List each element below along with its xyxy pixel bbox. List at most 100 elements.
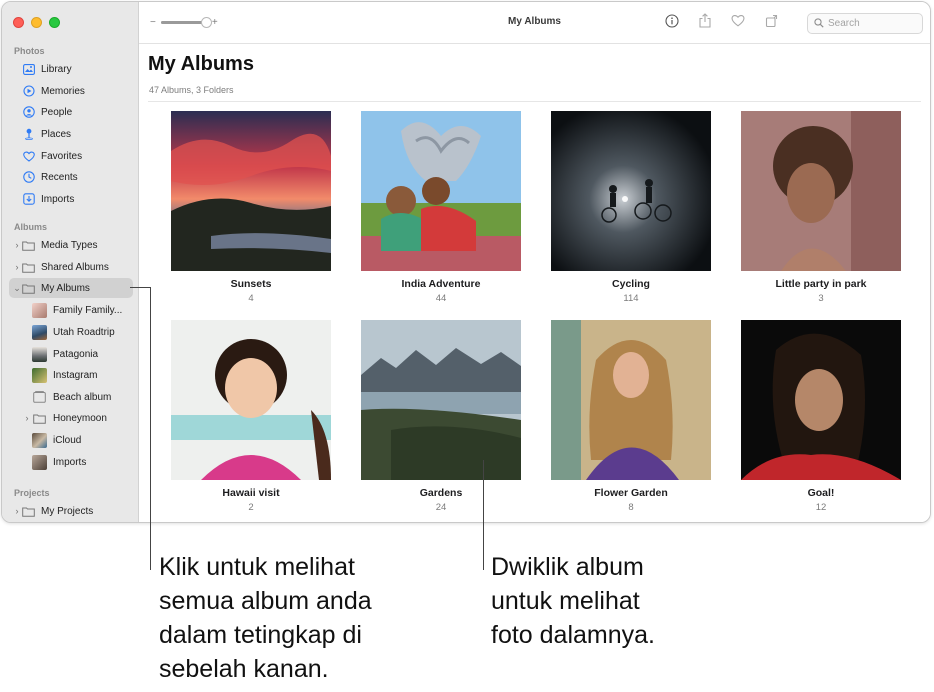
sidebar-item-library[interactable]: Library <box>9 59 133 79</box>
album-cover-goal[interactable] <box>741 320 901 480</box>
sidebar-item-patagonia[interactable]: Patagonia <box>9 344 133 364</box>
album-name: Cycling <box>612 278 650 290</box>
chevron-right-icon[interactable]: › <box>22 412 32 424</box>
heart-icon <box>22 150 35 163</box>
search-icon <box>814 15 824 33</box>
chevron-right-icon[interactable]: › <box>12 505 22 517</box>
album-thumbnail <box>32 367 47 383</box>
sidebar-item-my-albums[interactable]: ⌄ My Albums <box>9 278 133 298</box>
album-count: 3 <box>818 293 824 304</box>
places-icon <box>22 128 35 141</box>
share-button[interactable] <box>696 13 714 33</box>
page-subtitle: 47 Albums, 3 Folders <box>149 85 234 95</box>
zoom-control: − + <box>150 17 218 28</box>
album-name: Hawaii visit <box>222 487 280 499</box>
album-cover-hawaii-visit[interactable] <box>171 320 331 480</box>
zoom-slider-knob[interactable] <box>200 17 212 28</box>
sidebar-item-label: My Albums <box>41 282 90 294</box>
toolbar: − + My Albums <box>139 2 930 44</box>
chevron-right-icon[interactable]: › <box>12 239 22 251</box>
sidebar-item-utah-roadtrip[interactable]: Utah Roadtrip <box>9 322 133 342</box>
sidebar-item-recents[interactable]: Recents <box>9 167 133 187</box>
album-sunsets[interactable]: Sunsets 4 <box>171 111 331 304</box>
sidebar-section-photos: Photos <box>14 46 45 56</box>
album-name: Sunsets <box>230 278 272 290</box>
album-count: 8 <box>628 502 634 513</box>
rotate-button[interactable] <box>763 14 781 32</box>
sidebar-item-label: Memories <box>41 85 85 97</box>
sidebar-item-label: My Projects <box>41 505 94 517</box>
sidebar-item-people[interactable]: People <box>9 102 133 122</box>
sidebar-item-my-projects[interactable]: › My Projects <box>9 501 133 521</box>
zoom-slider[interactable] <box>160 17 212 28</box>
album-icon <box>32 390 47 405</box>
folder-icon <box>22 261 35 274</box>
search-input[interactable] <box>828 18 918 29</box>
callout-left-leader <box>150 287 151 570</box>
sidebar-item-icloud[interactable]: iCloud <box>9 430 133 450</box>
folder-icon <box>22 505 35 518</box>
album-goal[interactable]: Goal! 12 <box>741 320 901 513</box>
album-cover-little-party-in-park[interactable] <box>741 111 901 271</box>
minimize-window-button[interactable] <box>31 17 42 28</box>
album-gardens[interactable]: Gardens 24 <box>361 320 521 513</box>
sidebar-item-beach-album[interactable]: Beach album <box>9 387 133 407</box>
callout-right-text: Dwiklik album untuk melihat foto dalamny… <box>491 550 655 652</box>
info-icon <box>665 13 679 33</box>
sidebar-item-label: Recents <box>41 171 78 183</box>
sidebar-item-favorites[interactable]: Favorites <box>9 146 133 166</box>
callout-line: dalam tetingkap di <box>159 621 362 649</box>
window-controls <box>13 17 60 28</box>
zoom-slider-fill <box>160 21 207 24</box>
sidebar-item-memories[interactable]: Memories <box>9 81 133 101</box>
memories-icon <box>22 85 35 98</box>
album-flower-garden[interactable]: Flower Garden 8 <box>551 320 711 513</box>
zoom-window-button[interactable] <box>49 17 60 28</box>
album-little-party-in-park[interactable]: Little party in park 3 <box>741 111 901 304</box>
imports-icon <box>22 193 35 206</box>
album-thumbnail <box>32 302 47 318</box>
album-cover-cycling[interactable] <box>551 111 711 271</box>
sidebar-item-shared-albums[interactable]: › Shared Albums <box>9 257 133 277</box>
chevron-right-icon[interactable]: › <box>12 261 22 273</box>
callout-line: Klik untuk melihat <box>159 553 355 581</box>
sidebar-section-projects: Projects <box>14 488 50 498</box>
album-cover-india-adventure[interactable] <box>361 111 521 271</box>
main-content: My Albums 47 Albums, 3 Folders Sunsets 4 <box>139 44 930 522</box>
album-name: India Adventure <box>401 278 481 290</box>
sidebar-item-family-album[interactable]: Family Family... <box>9 300 133 320</box>
album-cover-gardens[interactable] <box>361 320 521 480</box>
close-window-button[interactable] <box>13 17 24 28</box>
sidebar-item-label: Library <box>41 63 72 75</box>
chevron-down-icon[interactable]: ⌄ <box>12 282 22 294</box>
sidebar-item-places[interactable]: Places <box>9 124 133 144</box>
sidebar-item-media-types[interactable]: › Media Types <box>9 235 133 255</box>
zoom-out-button[interactable]: − <box>150 17 156 28</box>
share-icon <box>699 13 711 33</box>
album-thumbnail <box>32 324 47 340</box>
sidebar-item-honeymoon[interactable]: › Honeymoon <box>9 408 133 428</box>
sidebar-item-label: Media Types <box>41 239 98 251</box>
clock-icon <box>22 171 35 184</box>
sidebar-item-instagram[interactable]: Instagram <box>9 365 133 385</box>
callout-line: foto dalamnya. <box>491 621 655 649</box>
album-hawaii-visit[interactable]: Hawaii visit 2 <box>171 320 331 513</box>
callout-line: sebelah kanan. <box>159 655 329 683</box>
album-cover-sunsets[interactable] <box>171 111 331 271</box>
sidebar-item-imports[interactable]: Imports <box>9 189 133 209</box>
sidebar-item-label: Utah Roadtrip <box>53 326 115 338</box>
album-cycling[interactable]: Cycling 114 <box>551 111 711 304</box>
favorite-button[interactable] <box>729 14 747 32</box>
search-field[interactable] <box>807 13 923 34</box>
album-count: 4 <box>248 293 254 304</box>
zoom-in-button[interactable]: + <box>212 17 218 28</box>
callout-line: Dwiklik album <box>491 553 644 581</box>
album-cover-flower-garden[interactable] <box>551 320 711 480</box>
info-button[interactable] <box>663 13 681 33</box>
sidebar-item-imports-album[interactable]: Imports <box>9 452 133 472</box>
sidebar-item-label: iCloud <box>53 434 82 446</box>
album-india-adventure[interactable]: India Adventure 44 <box>361 111 521 304</box>
sidebar-item-label: Favorites <box>41 150 83 162</box>
album-count: 12 <box>815 502 827 513</box>
people-icon <box>22 106 35 119</box>
